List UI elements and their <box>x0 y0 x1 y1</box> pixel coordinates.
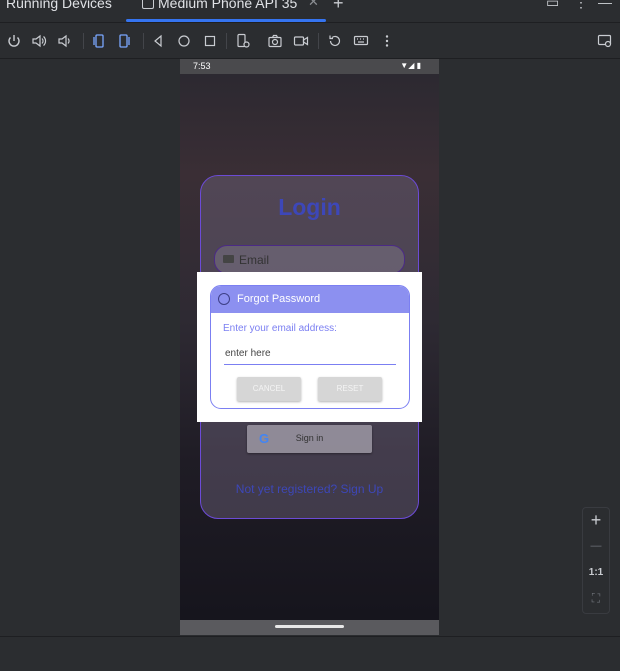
actual-size-button[interactable]: 1:1 <box>583 567 609 578</box>
navigation-bar <box>180 620 439 635</box>
bottom-bar <box>0 636 620 671</box>
dialog-prompt: Enter your email address: <box>223 323 337 334</box>
toolbar-separator <box>318 33 319 49</box>
gesture-handle[interactable] <box>275 625 344 628</box>
rotate-right-icon[interactable] <box>117 33 133 49</box>
toolbar-separator <box>143 33 144 49</box>
google-sign-in-label: Sign in <box>295 433 324 443</box>
restore-window-icon[interactable]: ▭ <box>546 0 559 11</box>
zoom-controls: + — 1:1 ⛶ <box>582 507 610 614</box>
device-settings-icon[interactable] <box>235 33 251 49</box>
forgot-password-dialog: Forgot Password Enter your email address… <box>210 285 410 409</box>
overview-icon[interactable] <box>202 33 218 49</box>
top-bar: Running Devices Medium Phone API 35 ✕ + … <box>0 0 620 23</box>
minimize-icon[interactable]: — <box>598 0 612 10</box>
mail-icon <box>223 255 234 263</box>
reset-button[interactable]: RESET <box>318 377 382 401</box>
status-icons: ▼◢ ▮ <box>400 61 421 70</box>
google-sign-in-button[interactable]: G Sign in <box>247 425 372 453</box>
status-time: 7:53 <box>193 61 211 71</box>
dialog-header: Forgot Password <box>211 286 409 313</box>
reset-icon[interactable] <box>327 33 343 49</box>
screenshot-icon[interactable] <box>267 33 283 49</box>
reset-email-input[interactable] <box>224 342 396 365</box>
volume-down-icon[interactable] <box>56 33 72 49</box>
sign-up-link[interactable]: Not yet registered? Sign Up <box>201 482 418 496</box>
email-field[interactable]: Email <box>214 245 405 274</box>
tab-label: Medium Phone API 35 <box>158 0 298 11</box>
dialog-title: Forgot Password <box>237 293 321 305</box>
device-toolbar <box>0 23 620 59</box>
zoom-out-icon[interactable]: — <box>583 540 609 552</box>
zoom-fit-icon[interactable]: ⛶ <box>583 591 609 606</box>
toolbar-separator <box>83 33 84 49</box>
add-tab-icon[interactable]: + <box>333 0 344 14</box>
cancel-button[interactable]: CANCEL <box>237 377 301 401</box>
rotate-left-icon[interactable] <box>90 33 106 49</box>
options-icon[interactable]: ⋮ <box>574 0 588 11</box>
more-options-icon[interactable] <box>379 33 395 49</box>
toolbar-separator <box>226 33 227 49</box>
home-icon[interactable] <box>176 33 192 49</box>
reset-password-icon <box>218 293 230 305</box>
status-bar: 7:53 ▼◢ ▮ <box>180 59 439 74</box>
zoom-in-icon[interactable]: + <box>583 510 609 531</box>
panel-title: Running Devices <box>6 0 112 11</box>
active-tab-indicator <box>126 19 326 22</box>
device-mirroring-icon[interactable] <box>597 33 613 49</box>
tab-close-icon[interactable]: ✕ <box>308 0 319 10</box>
device-icon <box>142 0 154 9</box>
login-title: Login <box>278 194 341 220</box>
volume-up-icon[interactable] <box>31 33 47 49</box>
email-label: Email <box>239 253 270 267</box>
screen-record-icon[interactable] <box>293 33 309 49</box>
dialog-overlay: Forgot Password Enter your email address… <box>197 272 422 422</box>
back-icon[interactable] <box>150 33 166 49</box>
power-icon[interactable] <box>6 33 22 49</box>
keyboard-icon[interactable] <box>353 33 369 49</box>
